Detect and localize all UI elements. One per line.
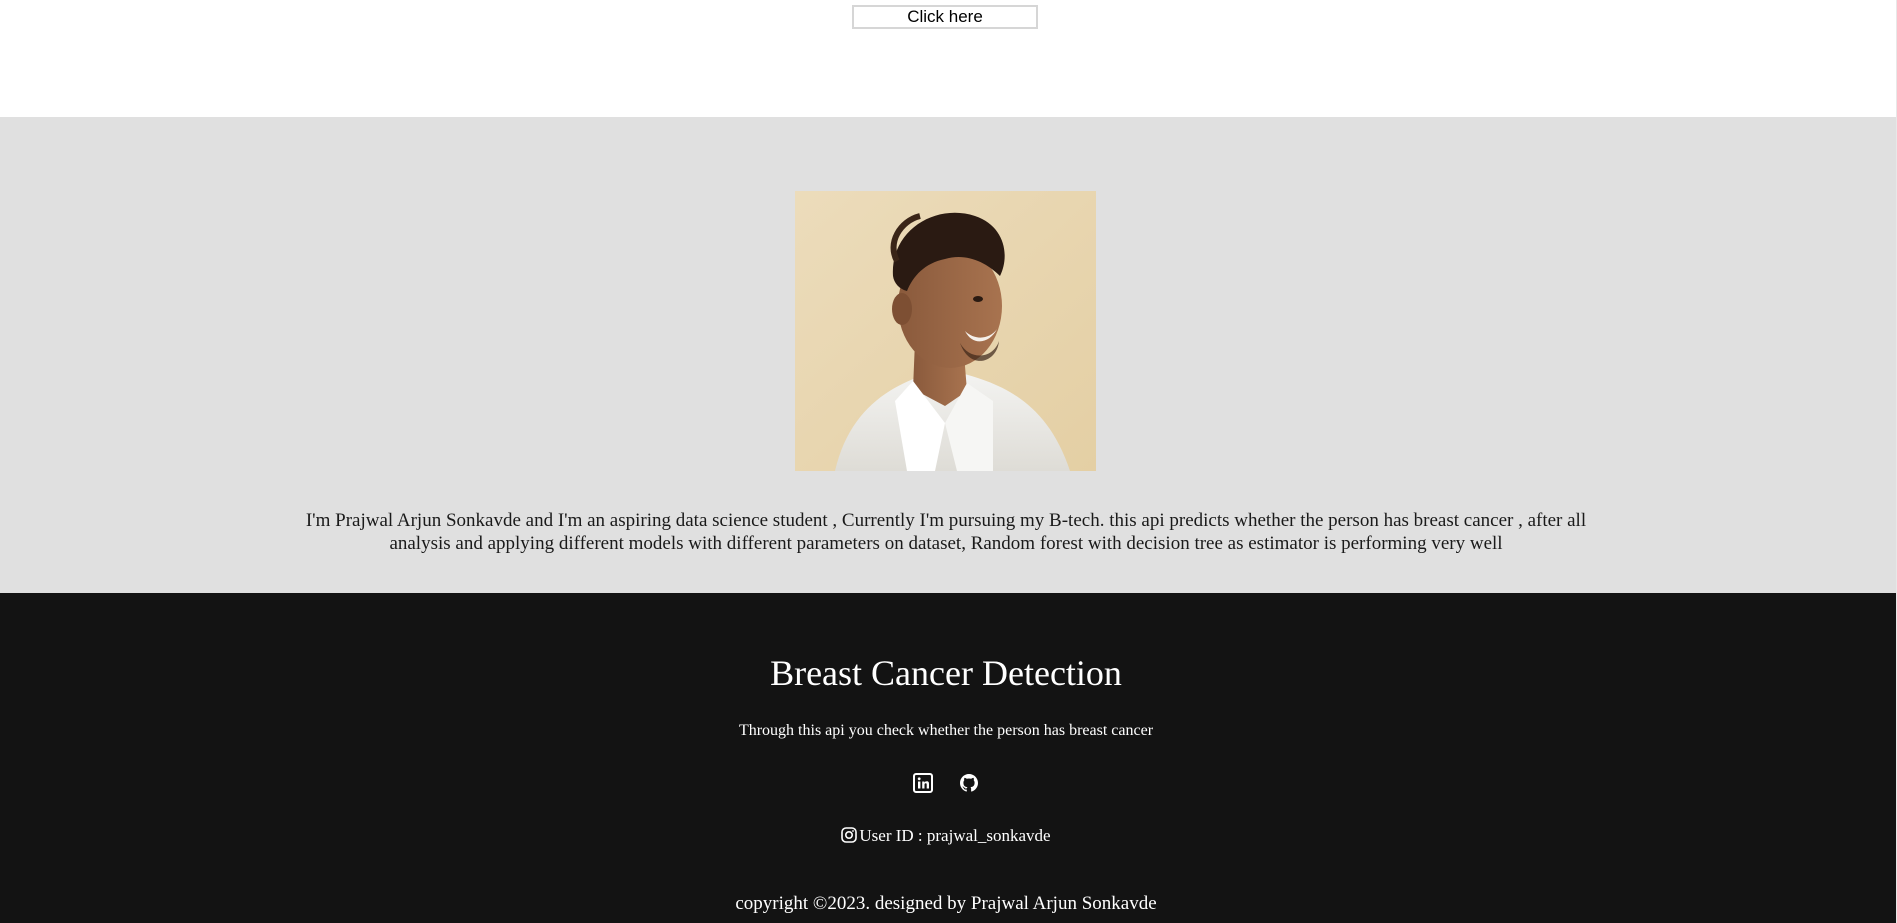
page: Click here I'm Prajwal Arjun Sonkavde an… bbox=[0, 0, 1897, 923]
profile-photo bbox=[795, 191, 1096, 471]
footer-title: Breast Cancer Detection bbox=[770, 653, 1122, 693]
footer: Breast Cancer Detection Through this api… bbox=[0, 593, 1896, 923]
instagram-icon bbox=[841, 827, 858, 843]
about-description-line-1: I'm Prajwal Arjun Sonkavde and I'm an as… bbox=[305, 510, 1587, 531]
linkedin-icon[interactable] bbox=[913, 773, 933, 793]
footer-subtitle: Through this api you check whether the p… bbox=[738, 722, 1154, 739]
about-description: I'm Prajwal Arjun Sonkavde and I'm an as… bbox=[250, 509, 1642, 555]
copyright-text: copyright ©2023. designed by Prajwal Arj… bbox=[735, 893, 1157, 914]
about-description-line-2: analysis and applying different models w… bbox=[389, 533, 1503, 554]
click-here-button[interactable]: Click here bbox=[852, 5, 1038, 29]
top-section: Click here bbox=[0, 0, 1896, 117]
profile-photo-illustration bbox=[795, 191, 1096, 471]
social-links bbox=[0, 773, 1892, 797]
about-section: I'm Prajwal Arjun Sonkavde and I'm an as… bbox=[0, 117, 1896, 593]
github-icon[interactable] bbox=[959, 773, 979, 793]
user-id-text: User ID : prajwal_sonkavde bbox=[859, 826, 1051, 845]
instagram-user-id[interactable]: User ID : prajwal_sonkavde bbox=[0, 826, 1892, 846]
